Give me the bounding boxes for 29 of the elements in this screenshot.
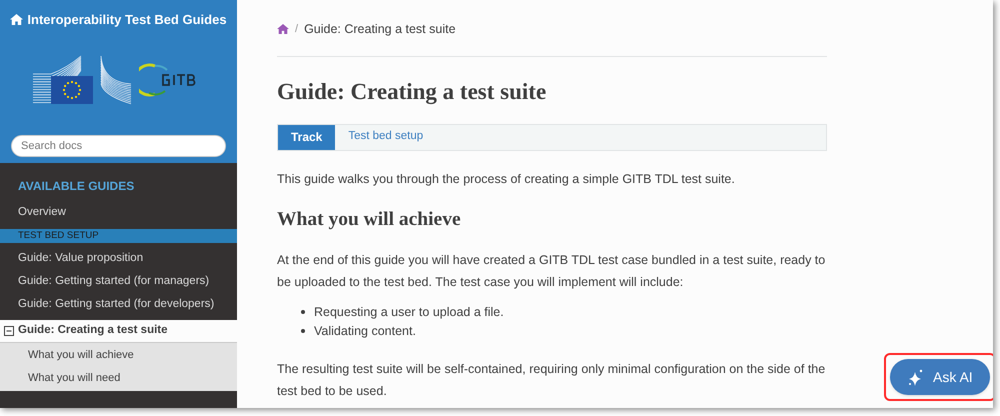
section-heading: What you will achieve	[277, 208, 462, 232]
sidebar-item[interactable]: Guide: Value proposition	[0, 247, 237, 270]
sparkle-icon	[907, 368, 925, 386]
bullet-icon	[301, 329, 305, 334]
section-caption: TEST BED SETUP	[0, 229, 237, 243]
ask-ai-button[interactable]: Ask AI	[890, 359, 990, 395]
sidebar-item[interactable]: Guide: Getting started (for managers)	[0, 270, 237, 293]
list-item: Validating content.	[314, 322, 416, 340]
sidebar-item[interactable]: Overview	[0, 201, 237, 224]
section-caption: AVAILABLE GUIDES	[17, 178, 136, 195]
tab[interactable]: Track	[278, 124, 336, 150]
collapse-icon[interactable]	[4, 326, 14, 336]
sidebar-subitem[interactable]: What you will achieve	[0, 344, 237, 367]
sidebar-title[interactable]: Interoperability Test Bed Guides	[27, 10, 227, 30]
paragraph: At the end of this guide you will have created a GITB TDL test case bundled in a test suite, ready to be uploaded to the test bed. The test case you will implement will include:	[277, 252, 826, 291]
sidebar-item[interactable]: Guide: Getting started (for developers)	[0, 293, 237, 316]
tab[interactable]: Test bed setup	[335, 124, 436, 150]
paragraph: The resulting test suite will be self-contained, requiring only minimal configuration on the side of the test bed to be used.	[277, 360, 826, 400]
sidebar-item[interactable]: Guide: Creating a test suite	[0, 320, 237, 342]
sidebar-subitem[interactable]: What you will need	[0, 367, 237, 390]
home-icon[interactable]	[277, 24, 289, 34]
page-title: Guide: Creating a test suite	[277, 78, 548, 106]
search-field[interactable]: Search docs	[11, 134, 226, 156]
breadcrumb-separator: /	[295, 22, 298, 37]
breadcrumb-item: Guide: Creating a test suite	[304, 20, 456, 38]
bullet-icon	[301, 310, 305, 314]
home-icon[interactable]	[10, 14, 24, 26]
paragraph: This guide walks you through the process of creating a simple GITB TDL test suite.	[277, 170, 736, 188]
list-item: Requesting a user to upload a file.	[314, 304, 504, 321]
